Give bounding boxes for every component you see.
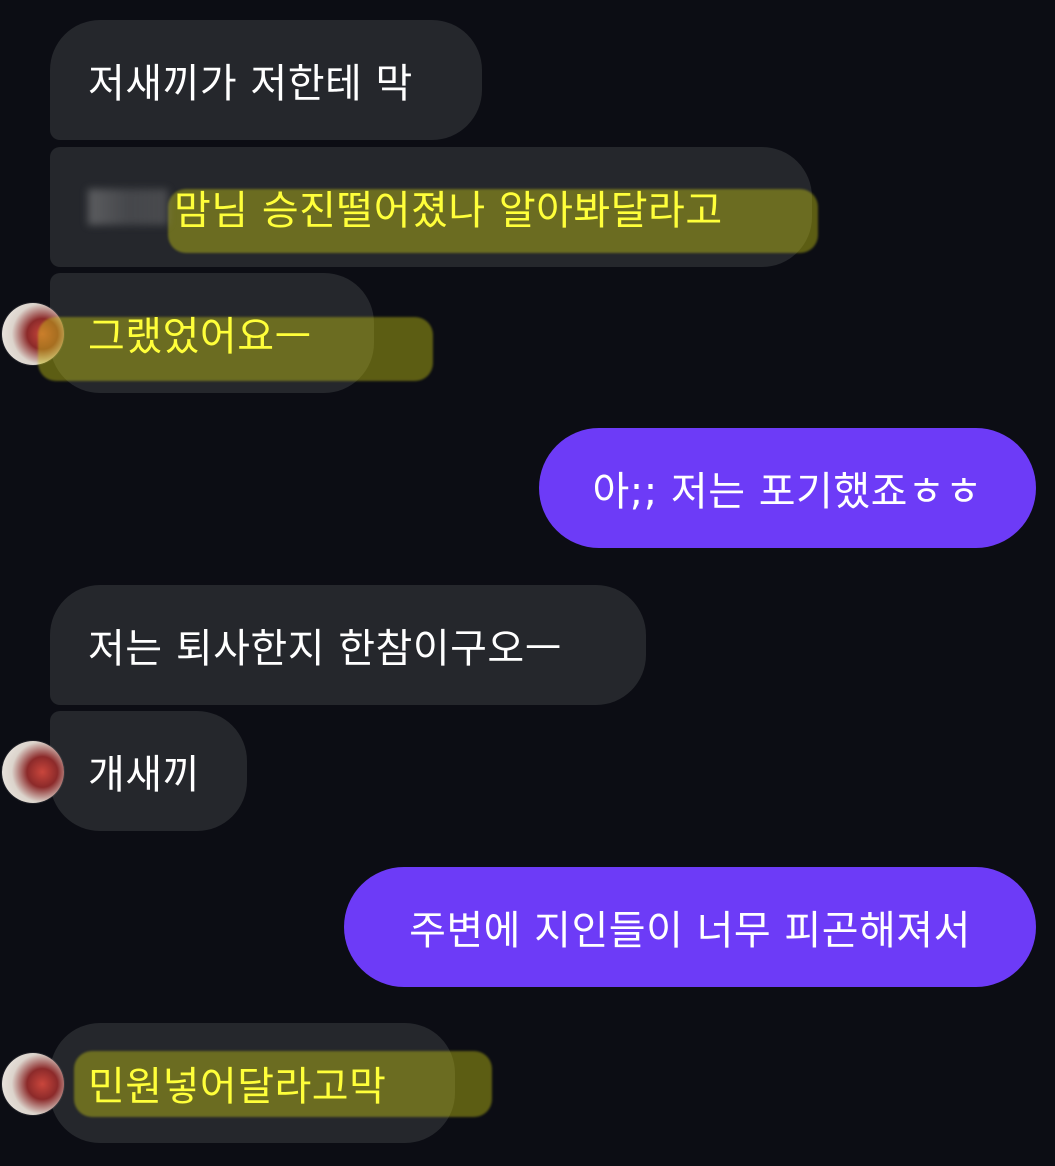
message-text: 민원넣어달라고막 [88, 1064, 387, 1110]
message-text: 맘님 승진떨어졌나 알아봐달라고 [174, 188, 723, 234]
sender-avatar[interactable] [2, 1053, 64, 1115]
incoming-message-bubble[interactable]: 개새끼 [2, 711, 247, 831]
message-text: 저는 퇴사한지 한참이구오ㅡ [88, 626, 563, 672]
sender-avatar[interactable] [2, 741, 64, 803]
message-text: 저새끼가 저한테 막 [88, 61, 413, 107]
message-text: 주변에 지인들이 너무 피곤해져서 [409, 908, 971, 954]
message-text: 그랬었어요ㅡ [88, 314, 312, 360]
outgoing-message-bubble[interactable]: 아;; 저는 포기했죠ㅎㅎ [539, 428, 1036, 548]
outgoing-message-bubble[interactable]: 주변에 지인들이 너무 피곤해져서 [344, 867, 1036, 987]
redacted-text [88, 189, 168, 225]
message-text: 개새끼 [88, 752, 200, 798]
incoming-message-bubble[interactable]: 저는 퇴사한지 한참이구오ㅡ [50, 585, 646, 705]
message-text: 아;; 저는 포기했죠ㅎㅎ [592, 469, 983, 515]
incoming-message-bubble[interactable]: 그랬었어요ㅡ [2, 273, 433, 393]
chat-thread: 저새끼가 저한테 막 맘님 승진떨어졌나 알아봐달라고 그랬었어요ㅡ 아;; 저… [0, 0, 1055, 1166]
incoming-message-bubble[interactable]: 저새끼가 저한테 막 [50, 20, 482, 140]
incoming-message-bubble[interactable]: 맘님 승진떨어졌나 알아봐달라고 [50, 147, 818, 267]
incoming-message-bubble[interactable]: 민원넣어달라고막 [2, 1023, 492, 1143]
